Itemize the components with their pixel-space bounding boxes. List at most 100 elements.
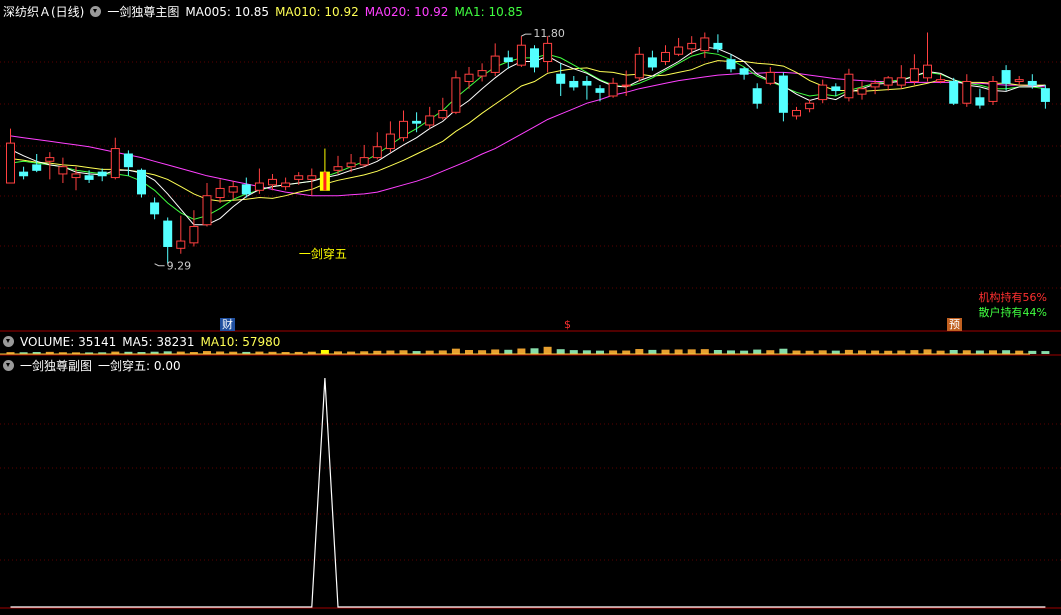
sub-indicator-value: 一剑穿五: 0.00: [98, 359, 181, 373]
volume-bar: [687, 349, 696, 354]
volume-bar: [962, 350, 971, 354]
up-candle: [254, 182, 264, 191]
up-candle: [176, 240, 186, 249]
up-candle: [477, 70, 487, 77]
sub-indicator-name[interactable]: 一剑独尊副图: [20, 359, 92, 373]
signal-label: 一剑穿五: [299, 246, 347, 261]
up-candle: [385, 133, 395, 150]
up-candle: [896, 77, 906, 86]
up-candle: [307, 175, 317, 180]
volume-value: VOLUME: 35141: [20, 335, 117, 349]
signal-candle-core: [323, 172, 327, 191]
volume-bar: [478, 350, 487, 354]
down-candle: [1001, 70, 1011, 84]
sub-indicator-plot: [10, 377, 1046, 608]
volume-bar: [648, 349, 657, 354]
volume-bar: [818, 350, 827, 354]
up-candle: [333, 166, 343, 171]
volume-bar: [596, 350, 604, 354]
up-candle: [399, 120, 408, 139]
volume-bar: [740, 350, 749, 354]
volume-bar: [635, 349, 644, 354]
up-candle: [45, 157, 55, 162]
candlesticks[interactable]: [6, 32, 1050, 264]
up-candle: [372, 146, 382, 159]
down-candle: [137, 169, 146, 195]
ma5-line: [10, 46, 1046, 226]
up-candle: [792, 109, 801, 117]
up-candle: [346, 162, 356, 168]
main-indicator-name[interactable]: 一剑独尊主图: [107, 5, 179, 19]
up-candle: [923, 64, 932, 79]
volume-bar: [844, 349, 853, 354]
up-candle: [988, 80, 998, 102]
up-candle: [634, 53, 644, 79]
volume-bar: [517, 348, 526, 354]
volume-bar: [831, 350, 840, 354]
stock-chart[interactable]: 11.80 9.29 一剑穿五: [0, 0, 1061, 615]
volume-menu-icon[interactable]: [3, 336, 14, 347]
up-candle: [516, 44, 526, 66]
up-candle: [6, 142, 15, 184]
up-candle: [844, 73, 854, 99]
down-candle: [752, 88, 762, 104]
volume-bar: [700, 349, 709, 354]
up-candle: [438, 109, 448, 119]
dollar-badge[interactable]: $: [562, 318, 573, 331]
volume-bar: [543, 346, 552, 354]
down-candle: [556, 73, 566, 84]
volume-bar: [661, 349, 670, 354]
up-candle: [936, 79, 946, 82]
down-candle: [84, 175, 94, 180]
volume-bar: [438, 350, 447, 354]
up-candle: [425, 115, 435, 126]
up-candle: [883, 77, 893, 86]
low-marker: [154, 263, 165, 267]
sub-pane-header: 一剑独尊副图 一剑穿五: 0.00: [3, 359, 187, 373]
volume-bar: [871, 350, 880, 354]
institution-holding: 机构持有56%: [978, 291, 1047, 304]
volume-bar: [1015, 350, 1024, 354]
volume-bar: [399, 350, 408, 354]
down-candle: [19, 171, 29, 177]
main-pane-header: 深纺织Ａ(日线) 一剑独尊主图 MA005: 10.85 MA010: 10.92 MA…: [3, 5, 529, 19]
volume-bar: [858, 350, 866, 354]
menu-dropdown-icon[interactable]: [90, 6, 102, 17]
down-candle: [647, 57, 657, 68]
down-candle: [97, 171, 107, 177]
volume-bar: [897, 350, 906, 354]
down-candle: [582, 80, 592, 86]
up-candle: [870, 82, 880, 88]
down-candle: [150, 202, 160, 215]
volume-bar: [674, 349, 683, 354]
volume-bar: [530, 348, 539, 354]
volume-ma10: MA10: 57980: [200, 335, 281, 349]
down-candle: [503, 57, 513, 63]
up-candle: [909, 68, 919, 82]
volume-bar: [713, 350, 722, 354]
up-candle: [451, 77, 461, 113]
up-candle: [490, 55, 500, 73]
down-candle: [412, 120, 422, 124]
volume-bar: [582, 350, 591, 354]
up-candle: [608, 82, 618, 97]
ma010-value: MA010: 10.92: [275, 5, 359, 19]
down-candle: [569, 80, 579, 88]
volume-bar: [609, 350, 618, 354]
down-candle: [831, 86, 841, 92]
volume-bar: [923, 349, 932, 354]
sub-menu-icon[interactable]: [3, 360, 14, 371]
moving-average-lines: [10, 46, 1046, 226]
up-candle: [202, 195, 212, 226]
finance-badge[interactable]: 财: [220, 318, 235, 331]
volume-bar: [386, 350, 395, 354]
ma005-value: MA005: 10.85: [185, 5, 270, 19]
forecast-badge[interactable]: 预: [947, 318, 962, 331]
down-candle: [975, 97, 985, 106]
up-candle: [110, 148, 120, 179]
high-price-label: 11.80: [533, 27, 565, 40]
up-candle: [1014, 79, 1024, 82]
down-candle: [713, 42, 723, 50]
stock-title[interactable]: 深纺织Ａ(日线): [3, 5, 84, 19]
volume-bar: [910, 350, 919, 354]
